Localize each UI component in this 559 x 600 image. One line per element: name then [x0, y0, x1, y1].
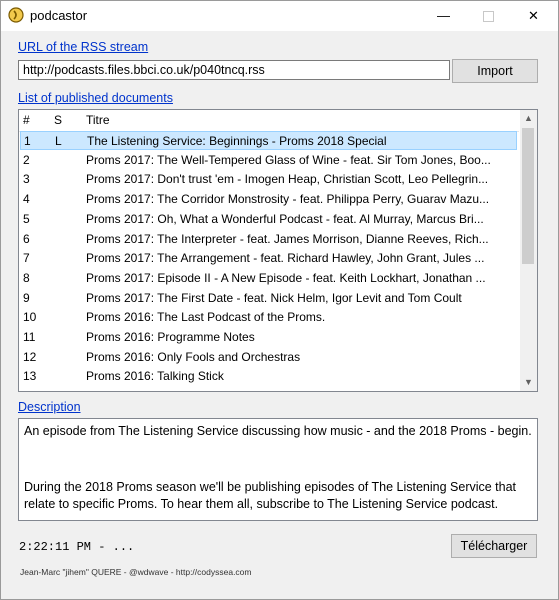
item-title: Proms 2016: Programme Notes	[86, 330, 255, 344]
window-title: podcastor	[30, 8, 88, 23]
item-status: L	[55, 134, 62, 148]
list-item[interactable]: 4 Proms 2017: The Corridor Monstrosity - …	[20, 190, 517, 209]
list-scrollbar[interactable]: ▲ ▼	[520, 110, 537, 391]
description-paragraph-2: During the 2018 Proms season we'll be pu…	[24, 480, 517, 511]
item-number: 2	[23, 152, 30, 167]
maximize-button[interactable]	[466, 1, 511, 31]
description-paragraph-1: An episode from The Listening Service di…	[24, 424, 532, 438]
item-title: Proms 2017: Don't trust 'em - Imogen Hea…	[86, 172, 489, 187]
list-item[interactable]: 11 Proms 2016: Programme Notes	[20, 328, 517, 347]
item-title: Proms 2016: Only Fools and Orchestras	[86, 349, 301, 364]
list-item[interactable]: 10 Proms 2016: The Last Podcast of the Pr…	[20, 308, 517, 327]
footer-credits: Jean-Marc "jihem" QUERE - @wdwave - http…	[20, 567, 252, 577]
documents-list-label[interactable]: List of published documents	[18, 91, 173, 105]
list-item[interactable]: 1 L The Listening Service: Beginnings - Pr…	[20, 131, 517, 150]
documents-list[interactable]: # S Titre 1 L The Listening Service: Begin…	[18, 109, 538, 392]
list-header: # S Titre	[19, 110, 519, 132]
import-button[interactable]: Import	[452, 59, 538, 83]
list-item[interactable]: 3 Proms 2017: Don't trust 'em - Imogen He…	[20, 170, 517, 189]
list-item[interactable]: 9 Proms 2017: The First Date - feat. Nick…	[20, 289, 517, 308]
app-window: podcastor — ✕ URL of the RSS stream http…	[0, 0, 559, 600]
header-status[interactable]: S	[54, 113, 62, 127]
list-item[interactable]: 5 Proms 2017: Oh, What a Wonderful Podcas…	[20, 210, 517, 229]
item-title: Proms 2017: The Interpreter - feat. Jame…	[86, 231, 489, 246]
title-bar[interactable]: podcastor — ✕	[1, 1, 558, 31]
list-item[interactable]: 13 Proms 2016: Talking Stick	[20, 367, 517, 386]
scroll-up-icon[interactable]: ▲	[520, 110, 537, 127]
maximize-icon	[483, 11, 494, 23]
item-number: 6	[23, 231, 30, 246]
item-number: 3	[23, 172, 30, 187]
list-item[interactable]: 2 Proms 2017: The Well-Tempered Glass of …	[20, 151, 517, 170]
item-number: 7	[23, 251, 30, 266]
item-number: 13	[23, 369, 37, 384]
header-number[interactable]: #	[23, 113, 30, 127]
item-title: The Listening Service: Beginnings - Prom…	[87, 134, 387, 148]
list-item[interactable]: 8 Proms 2017: Episode II - A New Episode …	[20, 269, 517, 288]
item-title: Proms 2017: The Corridor Monstrosity - f…	[86, 192, 490, 207]
item-number: 5	[23, 211, 30, 226]
item-title: Proms 2017: The Arrangement - feat. Rich…	[86, 251, 485, 266]
scroll-down-icon[interactable]: ▼	[520, 374, 537, 391]
item-number: 1	[24, 134, 31, 148]
minimize-button[interactable]: —	[421, 1, 466, 31]
item-title: Proms 2017: The First Date - feat. Nick …	[86, 290, 462, 305]
app-logo-icon	[8, 7, 24, 23]
header-title[interactable]: Titre	[86, 113, 110, 127]
scroll-thumb[interactable]	[522, 128, 534, 264]
item-number: 11	[23, 330, 36, 344]
item-number: 8	[23, 270, 30, 285]
download-button[interactable]: Télécharger	[451, 534, 537, 558]
list-item[interactable]: 7 Proms 2017: The Arrangement - feat. Ric…	[20, 249, 517, 268]
list-item[interactable]: 6 Proms 2017: The Interpreter - feat. Jam…	[20, 230, 517, 249]
item-title: Proms 2017: Oh, What a Wonderful Podcast…	[86, 211, 484, 226]
description-label[interactable]: Description	[18, 400, 81, 414]
item-number: 10	[23, 310, 37, 325]
description-box[interactable]: An episode from The Listening Service di…	[18, 418, 538, 521]
status-text: 2:22:11 PM - ...	[19, 540, 135, 554]
item-number: 4	[23, 192, 30, 207]
item-title: Proms 2016: Talking Stick	[86, 369, 224, 384]
item-title: Proms 2017: The Well-Tempered Glass of W…	[86, 152, 491, 167]
list-item[interactable]: 12 Proms 2016: Only Fools and Orchestras	[20, 348, 517, 367]
rss-url-input[interactable]: http://podcasts.files.bbci.co.uk/p040tnc…	[18, 60, 450, 80]
close-button[interactable]: ✕	[511, 1, 556, 31]
item-title: Proms 2017: Episode II - A New Episode -…	[86, 270, 486, 285]
item-title: Proms 2016: The Last Podcast of the Prom…	[86, 310, 326, 325]
item-number: 9	[23, 290, 30, 305]
rss-url-label[interactable]: URL of the RSS stream	[18, 40, 148, 54]
item-number: 12	[23, 349, 37, 364]
